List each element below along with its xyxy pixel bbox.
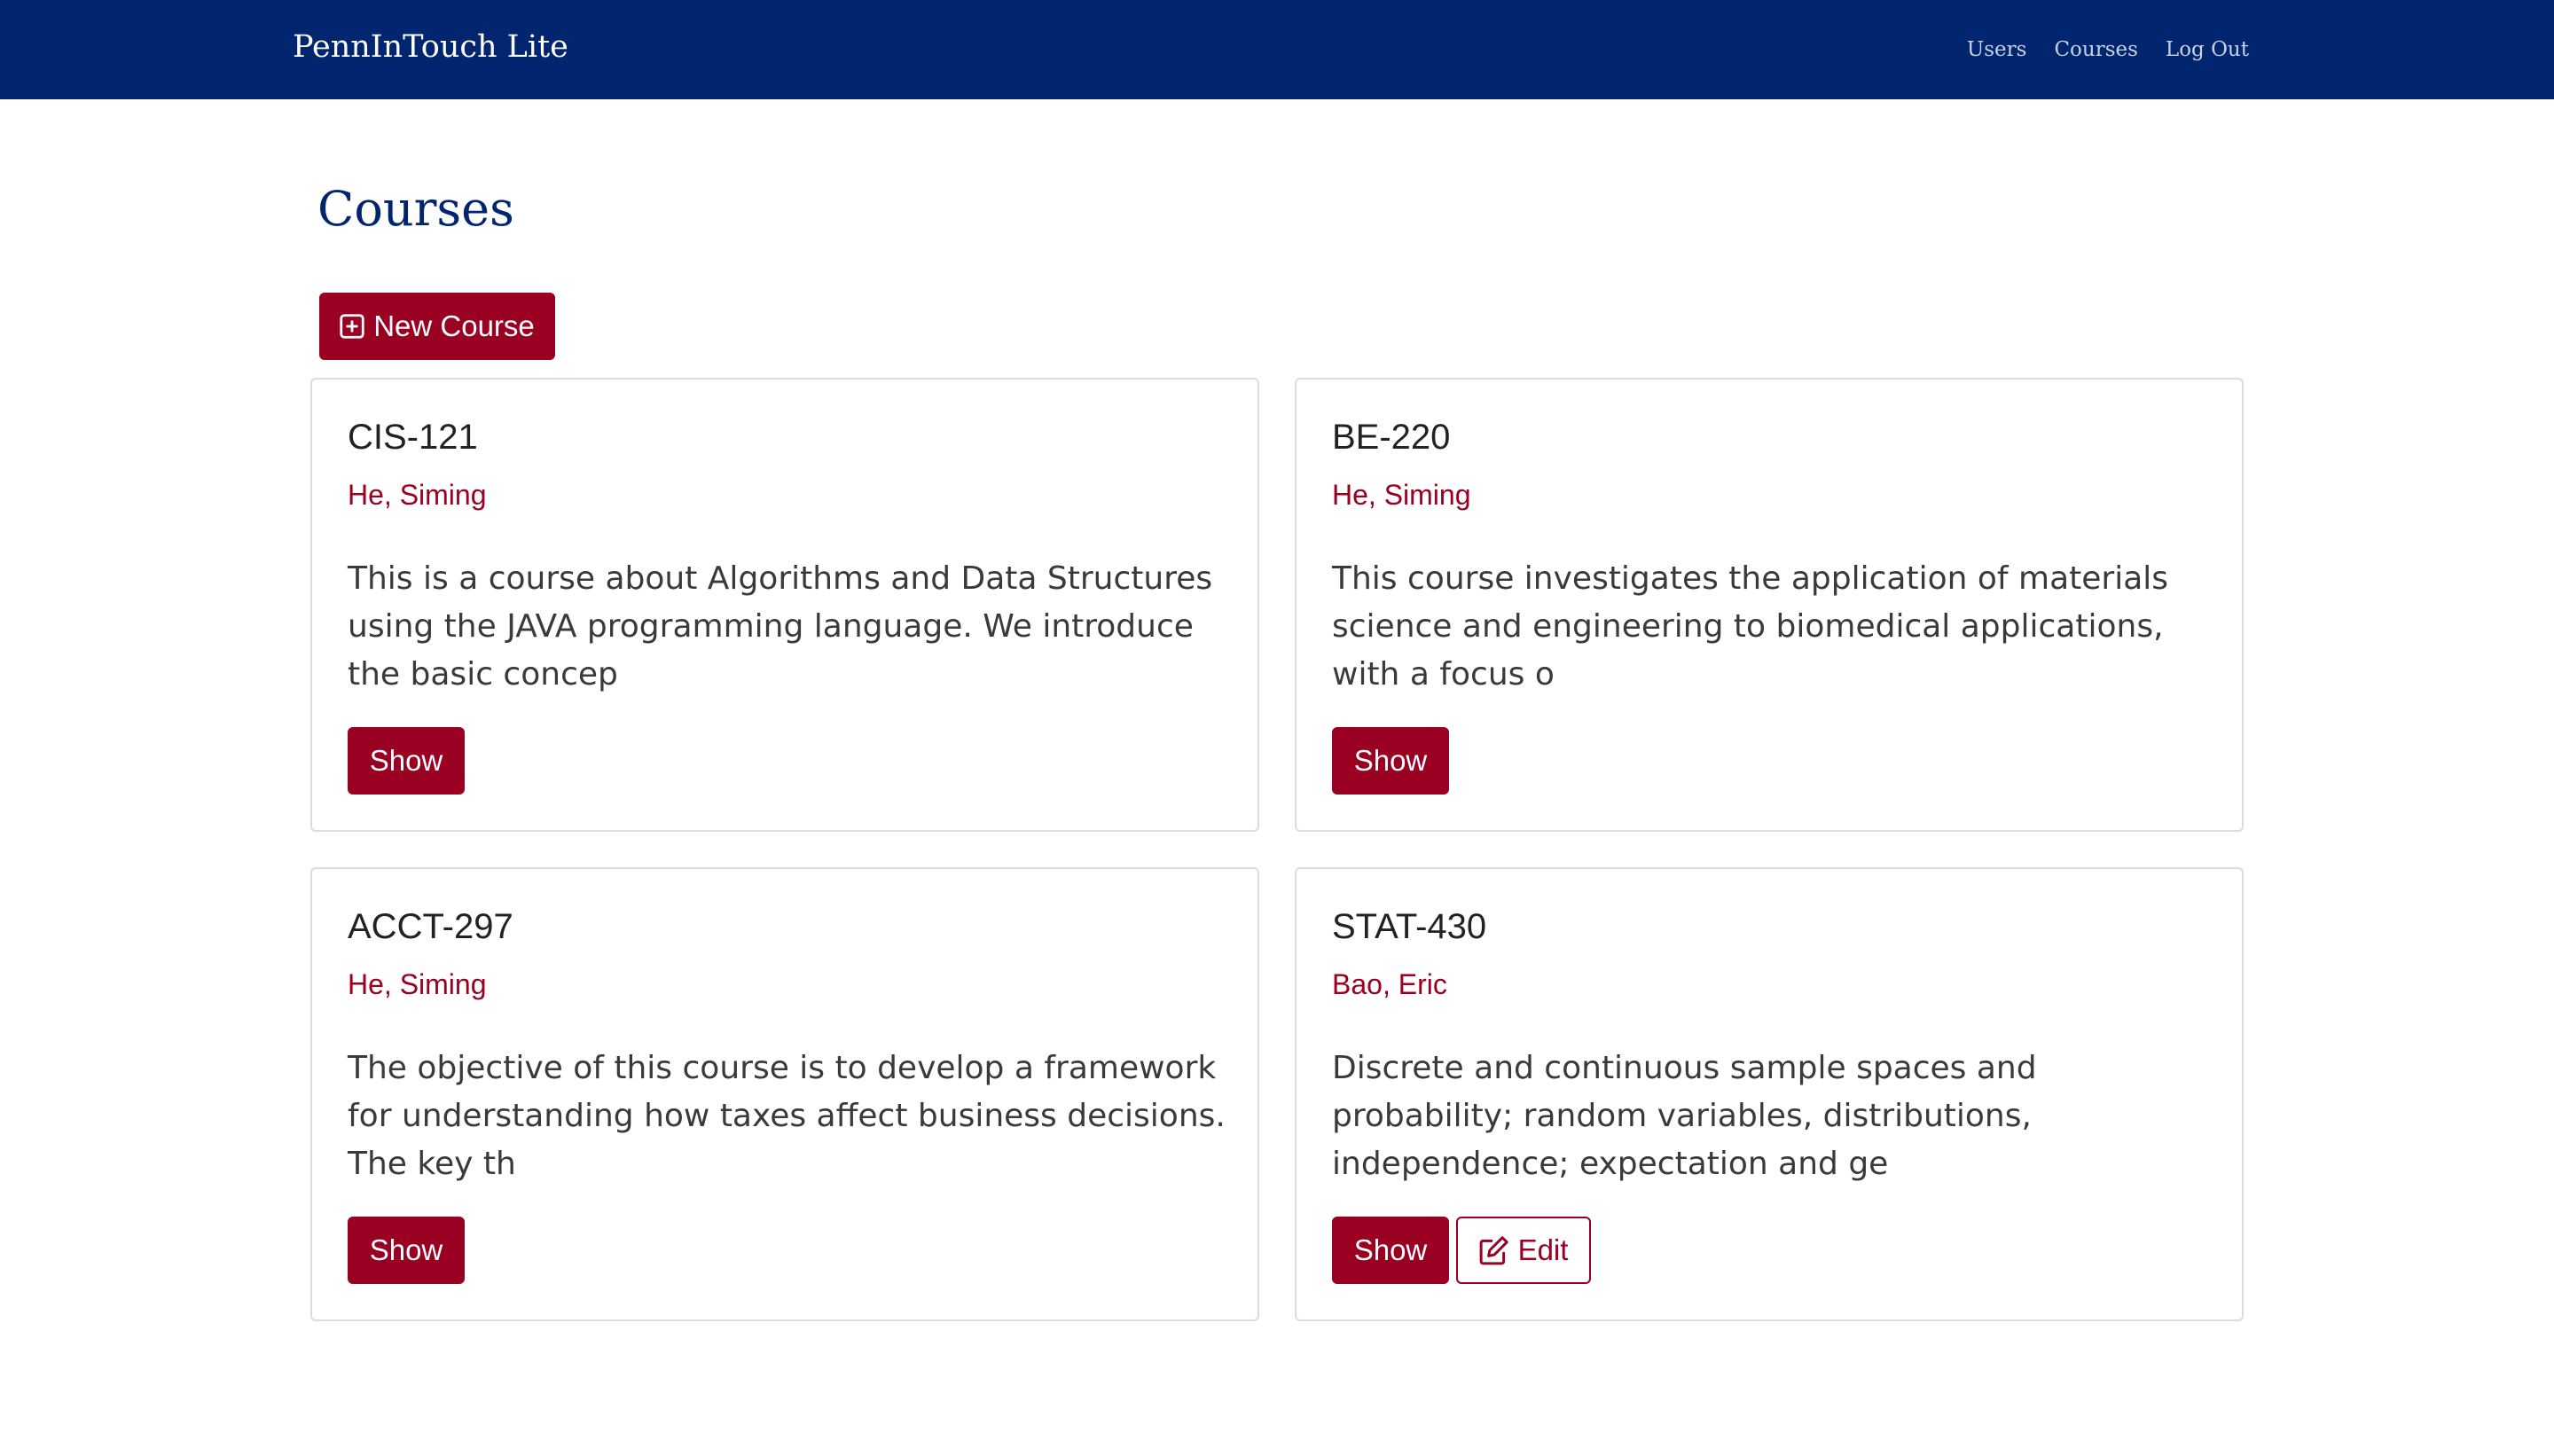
course-instructor: He, Siming [348, 968, 487, 1000]
nav-links: Users Courses Log Out [1967, 32, 2249, 67]
card-actions: Show [348, 1217, 465, 1284]
course-code: CIS-121 [348, 418, 478, 457]
course-description: The objective of this course is to devel… [348, 1050, 1226, 1182]
course-card: ACCT-297 He, Siming The objective of thi… [310, 867, 1259, 1321]
show-button[interactable]: Show [348, 1217, 465, 1284]
show-button[interactable]: Show [348, 727, 465, 795]
course-description: Discrete and continuous sample spaces an… [1332, 1050, 2037, 1182]
course-instructor: Bao, Eric [1332, 968, 1447, 1000]
new-course-button[interactable]: New Course [319, 293, 555, 360]
nav-link-courses[interactable]: Courses [2054, 32, 2137, 67]
course-card: STAT-430 Bao, Eric Discrete and continuo… [1295, 867, 2244, 1321]
card-actions: Show [1332, 727, 1449, 795]
course-code: STAT-430 [1332, 907, 1487, 946]
course-description: This is a course about Algorithms and Da… [348, 560, 1213, 693]
plus-square-icon [340, 314, 364, 339]
nav-link-logout[interactable]: Log Out [2166, 32, 2249, 67]
course-instructor: He, Siming [348, 479, 487, 511]
show-button[interactable]: Show [1332, 727, 1449, 795]
nav-link-users[interactable]: Users [1967, 32, 2027, 67]
course-code: ACCT-297 [348, 907, 513, 946]
new-course-label: New Course [373, 309, 535, 342]
navbar: PennInTouch Lite Users Courses Log Out [0, 0, 2554, 99]
show-button[interactable]: Show [1332, 1217, 1449, 1284]
course-card: CIS-121 He, Siming This is a course abou… [310, 378, 1259, 832]
course-card: BE-220 He, Siming This course investigat… [1295, 378, 2244, 832]
page-title: Courses [317, 181, 514, 237]
card-actions: Show [348, 727, 465, 795]
course-description: This course investigates the application… [1332, 560, 2169, 693]
course-code: BE-220 [1332, 418, 1451, 457]
card-actions: Show Edit [1332, 1217, 1591, 1284]
edit-label: Edit [1517, 1233, 1569, 1266]
brand-logo[interactable]: PennInTouch Lite [293, 25, 568, 69]
course-instructor: He, Siming [1332, 479, 1471, 511]
edit-icon [1479, 1236, 1508, 1265]
edit-button[interactable]: Edit [1456, 1217, 1591, 1284]
